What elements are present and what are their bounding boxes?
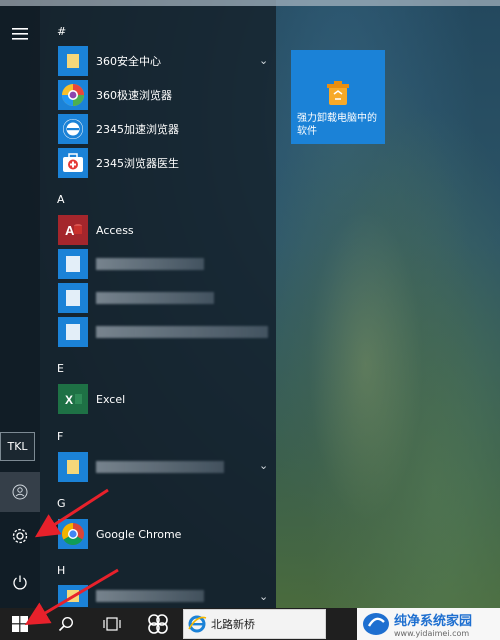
- folder-icon: [58, 46, 88, 76]
- access-icon: A: [58, 215, 88, 245]
- blurred-app-name: [96, 258, 204, 270]
- svg-text:A: A: [65, 223, 75, 238]
- user-tooltip-label: TKL: [7, 440, 28, 453]
- app-2345-browser[interactable]: 2345加速浏览器: [58, 113, 270, 145]
- app-blurred-h[interactable]: [58, 585, 270, 607]
- app-label: Google Chrome: [96, 527, 182, 541]
- power-button[interactable]: [0, 562, 40, 602]
- group-header-f[interactable]: F: [57, 430, 63, 443]
- expand-chevron-icon[interactable]: ⌄: [259, 54, 268, 67]
- uninstaller-tile[interactable]: 强力卸载电脑中的软件: [291, 50, 385, 144]
- app-blurred-1[interactable]: [58, 248, 270, 280]
- group-header-a[interactable]: A: [57, 193, 65, 206]
- app-access[interactable]: A Access: [58, 214, 270, 246]
- group-header-e[interactable]: E: [57, 362, 64, 375]
- hamburger-icon: [12, 28, 28, 40]
- user-icon: [12, 484, 28, 500]
- taskbar-browser-window[interactable]: 北路新桥: [183, 609, 326, 639]
- expand-chevron-icon[interactable]: ⌄: [259, 590, 268, 603]
- search-icon: [58, 616, 74, 632]
- folder-icon: [58, 452, 88, 482]
- app-blurred-3[interactable]: [58, 316, 270, 348]
- task-view-icon: [103, 617, 121, 631]
- group-header-h[interactable]: H: [57, 564, 65, 577]
- taskbar-browser-label: 北路新桥: [211, 618, 255, 631]
- app-label: 2345浏览器医生: [96, 157, 179, 170]
- chrome-icon: [58, 519, 88, 549]
- 360-browser-icon: [58, 80, 88, 110]
- file-icon: [58, 249, 88, 279]
- app-label: 360安全中心: [96, 55, 161, 68]
- app-360-safe[interactable]: 360安全中心: [58, 45, 270, 77]
- windows-logo-icon: [12, 616, 28, 632]
- user-account-button[interactable]: [0, 472, 40, 512]
- group-header-hash[interactable]: #: [57, 25, 66, 38]
- blurred-app-name: [96, 590, 204, 602]
- blurred-app-name: [96, 461, 224, 473]
- tile-label: 强力卸载电脑中的软件: [297, 113, 377, 137]
- pinwheel-icon: [148, 614, 168, 634]
- app-2345-doctor[interactable]: 2345浏览器医生: [58, 147, 270, 179]
- site-watermark: 纯净系统家园 www.yidaimei.com: [357, 608, 500, 640]
- expand-chevron-icon[interactable]: ⌄: [259, 459, 268, 472]
- app-label: 360极速浏览器: [96, 89, 172, 102]
- group-header-g[interactable]: G: [57, 497, 66, 510]
- start-button[interactable]: [0, 608, 40, 640]
- file-icon: [58, 317, 88, 347]
- task-view-button[interactable]: [94, 608, 130, 640]
- watermark-title: 纯净系统家园: [394, 614, 473, 629]
- app-label: 2345加速浏览器: [96, 123, 179, 136]
- settings-button[interactable]: [0, 516, 40, 556]
- app-label: Excel: [96, 392, 126, 406]
- app-label: Access: [96, 223, 134, 237]
- svg-text:X: X: [65, 393, 73, 407]
- ie-browser-icon: [188, 615, 207, 633]
- app-blurred-2[interactable]: [58, 282, 270, 314]
- blurred-app-name: [96, 292, 214, 304]
- watermark-logo-icon: [363, 613, 389, 635]
- pinned-app-button[interactable]: [140, 608, 176, 640]
- folder-icon: [58, 585, 88, 607]
- user-tooltip: TKL: [0, 432, 35, 461]
- ie-like-browser-icon: [58, 114, 88, 144]
- recycle-bin-icon: [327, 81, 349, 105]
- app-360-browser[interactable]: 360极速浏览器: [58, 79, 270, 111]
- file-icon: [58, 283, 88, 313]
- blurred-app-name: [96, 326, 268, 338]
- medical-kit-icon: [58, 148, 88, 178]
- app-blurred-f[interactable]: [58, 451, 270, 483]
- app-excel[interactable]: X Excel: [58, 383, 270, 415]
- app-google-chrome[interactable]: Google Chrome: [58, 518, 270, 550]
- excel-icon: X: [58, 384, 88, 414]
- watermark-url: www.yidaimei.com: [394, 629, 470, 638]
- power-icon: [13, 575, 27, 590]
- gear-icon: [12, 528, 28, 544]
- search-button[interactable]: [48, 608, 84, 640]
- hamburger-menu-button[interactable]: [0, 14, 40, 54]
